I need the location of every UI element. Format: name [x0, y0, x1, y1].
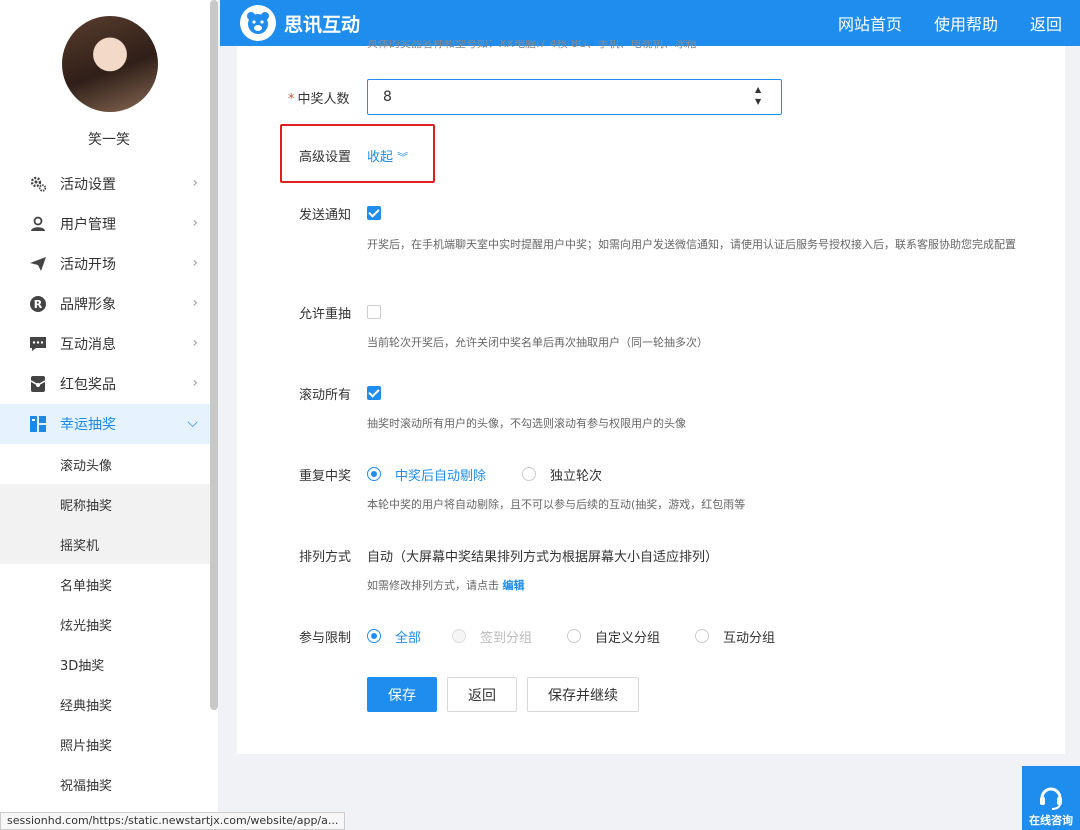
- sidebar-item-label: 用户管理: [60, 217, 116, 233]
- sidebar-item-user-management[interactable]: 用户管理 ›: [0, 204, 218, 244]
- submenu-item-nickname-draw[interactable]: 昵称抽奖: [0, 484, 218, 524]
- limit-option-custom-group[interactable]: 自定义分组: [595, 627, 660, 646]
- order-help: 如需修改排列方式，请点击 编辑: [367, 579, 525, 592]
- submenu-item-lottery-machine[interactable]: 摇奖机: [0, 524, 218, 564]
- nav-home-link[interactable]: 网站首页: [838, 11, 902, 35]
- nav-back-link[interactable]: 返回: [1030, 11, 1062, 35]
- repeat-option-auto-remove[interactable]: 中奖后自动剔除: [395, 465, 486, 484]
- online-consult-button[interactable]: 在线咨询: [1022, 766, 1080, 830]
- sidebar-item-label: 红包奖品: [60, 377, 116, 393]
- save-continue-button[interactable]: 保存并继续: [527, 677, 639, 712]
- consult-label: 在线咨询: [1029, 814, 1073, 827]
- number-stepper[interactable]: ▲ ▼: [755, 84, 765, 108]
- repeat-help: 本轮中奖的用户将自动剔除，且不可以参与后续的互动(抽奖，游戏，红包雨等: [367, 498, 746, 511]
- chevron-right-icon: ›: [192, 375, 198, 391]
- headset-icon: [1040, 787, 1062, 810]
- gears-icon: [28, 174, 48, 194]
- repeat-radio-independent[interactable]: [522, 467, 536, 481]
- limit-option-all[interactable]: 全部: [395, 627, 421, 646]
- chevron-right-icon: ›: [192, 335, 198, 351]
- limit-option-interactive-group[interactable]: 互动分组: [723, 627, 775, 646]
- notify-checkbox[interactable]: [367, 206, 381, 220]
- envelope-icon: [28, 374, 48, 394]
- submenu-item-glow-draw[interactable]: 炫光抽奖: [0, 604, 218, 644]
- bear-logo-icon[interactable]: [240, 5, 276, 41]
- redraw-help: 当前轮次开奖后，允许关闭中奖名单后再次抽取用户（同一轮抽多次）: [367, 336, 708, 349]
- submenu-item-list-draw[interactable]: 名单抽奖: [0, 564, 218, 604]
- svg-text:R: R: [34, 298, 43, 311]
- limit-radio-custom-group[interactable]: [567, 629, 581, 643]
- sidebar-item-messages[interactable]: 互动消息 ›: [0, 324, 218, 364]
- sidebar-item-red-packet[interactable]: 红包奖品 ›: [0, 364, 218, 404]
- limit-option-signin-group: 签到分组: [480, 631, 533, 646]
- sidebar-item-lucky-draw[interactable]: 幸运抽奖 ⌵: [0, 404, 218, 444]
- collapse-toggle[interactable]: 收起 ︾: [367, 146, 408, 165]
- chevron-down-icon: ⌵: [187, 415, 198, 431]
- winners-count-input[interactable]: 8 ▲ ▼: [367, 79, 782, 115]
- scroll-all-label: 滚动所有: [299, 388, 352, 403]
- winners-label: * 中奖人数: [288, 92, 350, 107]
- scroll-all-help: 抽奖时滚动所有用户的头像，不勾选则滚动有参与权限用户的头像: [367, 417, 686, 430]
- username: 笑一笑: [88, 132, 130, 148]
- chevron-right-icon: ›: [192, 215, 198, 231]
- advanced-label: 高级设置: [299, 150, 352, 165]
- chat-icon: [28, 334, 48, 354]
- user-icon: [28, 214, 48, 234]
- prize-hint-text: 具体的奖品名称和型号如：XX电脑i7 4核 8G、手机、电视机、冰箱: [367, 40, 697, 50]
- submenu-item-photo-draw[interactable]: 照片抽奖: [0, 724, 218, 764]
- chevron-right-icon: ›: [192, 295, 198, 311]
- repeat-radio-auto-remove[interactable]: [367, 467, 381, 481]
- registered-icon: R: [28, 294, 48, 314]
- notify-label: 发送通知: [299, 208, 352, 223]
- chevron-right-icon: ›: [192, 255, 198, 271]
- limit-radio-signin-group: [452, 629, 466, 643]
- redraw-checkbox[interactable]: [367, 305, 381, 319]
- order-label: 排列方式: [299, 550, 352, 565]
- submenu-item-blessing-draw[interactable]: 祝福抽奖: [0, 764, 218, 804]
- order-value: 自动（大屏幕中奖结果排列方式为根据屏幕大小自适应排列）: [367, 550, 719, 565]
- sidebar-item-brand[interactable]: R 品牌形象 ›: [0, 284, 218, 324]
- submenu-item-3d-draw[interactable]: 3D抽奖: [0, 644, 218, 684]
- back-button[interactable]: 返回: [447, 677, 517, 712]
- notify-help: 开奖后，在手机端聊天室中实时提醒用户中奖；如需向用户发送微信通知，请使用认证后服…: [367, 238, 1016, 251]
- submenu-item-classic-draw[interactable]: 经典抽奖: [0, 684, 218, 724]
- save-button[interactable]: 保存: [367, 677, 437, 712]
- limit-radio-all[interactable]: [367, 629, 381, 643]
- status-url: sessionhd.com/https:/static.newstartjx.c…: [0, 812, 346, 830]
- sidebar-item-label: 品牌形象: [60, 297, 116, 313]
- sidebar-item-activity-settings[interactable]: 活动设置 ›: [0, 164, 218, 204]
- repeat-label: 重复中奖: [299, 469, 352, 484]
- top-nav: 网站首页 使用帮助 返回: [806, 0, 1062, 46]
- limit-label: 参与限制: [299, 631, 352, 646]
- avatar[interactable]: [62, 16, 158, 112]
- sidebar: 笑一笑 活动设置 › 用户管理 › 活动开场 › R 品牌形象 › 互动消息 ›…: [0, 0, 218, 830]
- limit-radio-interactive-group[interactable]: [695, 629, 709, 643]
- scroll-all-checkbox[interactable]: [367, 386, 381, 400]
- redraw-label: 允许重抽: [299, 307, 352, 322]
- chevron-right-icon: ›: [192, 175, 198, 191]
- sidebar-menu: 活动设置 › 用户管理 › 活动开场 › R 品牌形象 › 互动消息 › 红包奖…: [0, 164, 218, 804]
- brand-name: 思讯互动: [284, 13, 361, 36]
- submenu-item-scroll-avatar[interactable]: 滚动头像: [0, 444, 218, 484]
- order-edit-link[interactable]: 编辑: [503, 579, 525, 592]
- sidebar-item-label: 幸运抽奖: [60, 417, 116, 433]
- sidebar-scrollbar[interactable]: [210, 0, 218, 710]
- sidebar-item-label: 互动消息: [60, 337, 116, 353]
- repeat-option-independent[interactable]: 独立轮次: [550, 465, 602, 484]
- nav-help-link[interactable]: 使用帮助: [934, 11, 998, 35]
- sidebar-item-opening[interactable]: 活动开场 ›: [0, 244, 218, 284]
- double-chevron-down-icon: ︾: [397, 151, 409, 164]
- lucky-draw-icon: [28, 414, 48, 434]
- sidebar-item-label: 活动设置: [60, 177, 116, 193]
- paper-plane-icon: [28, 254, 48, 274]
- sidebar-item-label: 活动开场: [60, 257, 116, 273]
